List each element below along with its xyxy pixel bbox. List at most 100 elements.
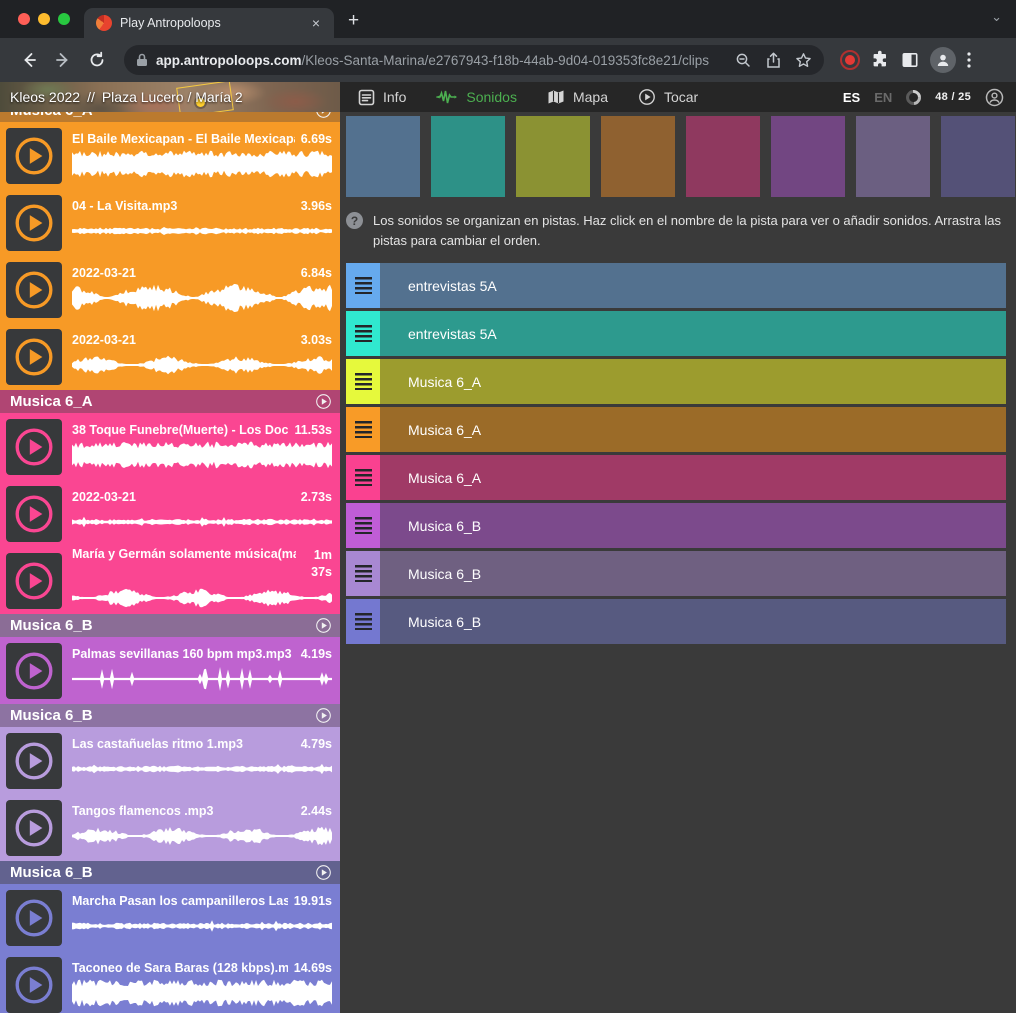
track-name: Musica 6_B [408,566,481,582]
track-name-button[interactable]: Musica 6_A [380,359,1006,404]
browser-tab[interactable]: Play Antropoloops × [84,8,334,38]
address-bar[interactable]: app.antropoloops.com/Kleos-Santa-Marina/… [124,45,824,75]
clip-waveform[interactable] [72,506,332,538]
share-icon[interactable] [766,52,781,69]
nav-label: Tocar [664,89,698,105]
clip-body: 2022-03-21 3.03s [72,333,332,381]
clip-name: Las castañuelas ritmo 1.mp3 [72,737,295,751]
nav-item-info[interactable]: Info [358,89,406,106]
clip-item: 2022-03-21 3.03s [0,323,340,390]
menu-kebab-icon[interactable] [966,50,972,70]
track-color-swatch[interactable] [686,116,760,197]
clip-play-button[interactable] [6,329,62,385]
track-color-swatch[interactable] [431,116,505,197]
clips-counter: 48 / 25 [935,91,971,103]
track-name-button[interactable]: Musica 6_B [380,503,1006,548]
tab-search-chevron-icon[interactable]: ⌄ [991,9,1002,25]
profile-avatar[interactable] [930,47,956,73]
clip-play-button[interactable] [6,890,62,946]
clip-play-button[interactable] [6,262,62,318]
play-circle-icon [638,88,656,106]
zoom-window-button[interactable] [58,13,70,25]
tab-close-icon[interactable]: × [308,14,324,32]
track-drag-handle[interactable] [346,359,380,404]
project-name[interactable]: Kleos 2022 [10,89,80,105]
clip-waveform[interactable] [72,820,332,852]
track-drag-handle[interactable] [346,311,380,356]
section-header[interactable]: Musica 6_A [0,390,340,413]
bookmark-star-icon[interactable] [795,52,812,69]
track-drag-handle[interactable] [346,407,380,452]
clip-waveform[interactable] [72,753,332,785]
track-color-swatch[interactable] [346,116,420,197]
track-color-swatch[interactable] [601,116,675,197]
clip-play-button[interactable] [6,733,62,789]
track-name-button[interactable]: entrevistas 5A [380,311,1006,356]
track-drag-handle[interactable] [346,503,380,548]
help-icon: ? [346,212,363,229]
track-drag-handle[interactable] [346,551,380,596]
clip-play-button[interactable] [6,553,62,609]
clip-body: Palmas sevillanas 160 bpm mp3.mp3 4.19s [72,647,332,695]
zoom-icon[interactable] [735,52,752,69]
back-button[interactable] [14,45,44,75]
clip-waveform[interactable] [72,910,332,942]
reload-button[interactable] [82,45,112,75]
clip-waveform[interactable] [72,349,332,381]
breadcrumb[interactable]: Kleos 2022 // Plaza Lucero / María 2 [0,82,340,112]
clip-play-button[interactable] [6,128,62,184]
clip-body: Tangos flamencos .mp3 2.44s [72,804,332,852]
play-circle-icon [13,269,55,311]
nav-item-tocar[interactable]: Tocar [638,88,698,106]
clip-body: 2022-03-21 6.84s [72,266,332,314]
nav-item-mapa[interactable]: Mapa [547,89,608,105]
clip-play-button[interactable] [6,643,62,699]
clip-play-button[interactable] [6,800,62,856]
window-traffic-lights[interactable] [0,0,84,38]
clip-play-button[interactable] [6,419,62,475]
clip-play-button[interactable] [6,486,62,542]
side-panel-icon[interactable] [900,50,920,70]
record-extension-icon[interactable] [840,50,860,70]
clip-waveform[interactable] [72,439,332,471]
section-name: Musica 6_B [10,707,315,724]
track-color-swatch[interactable] [856,116,930,197]
track-name-button[interactable]: Musica 6_A [380,455,1006,500]
track-color-swatch[interactable] [941,116,1015,197]
extensions-puzzle-icon[interactable] [870,50,890,70]
track-drag-handle[interactable] [346,599,380,644]
track-name-button[interactable]: Musica 6_B [380,599,1006,644]
track-name-button[interactable]: entrevistas 5A [380,263,1006,308]
track-drag-handle[interactable] [346,263,380,308]
track-name-button[interactable]: Musica 6_A [380,407,1006,452]
clip-waveform[interactable] [72,582,332,614]
account-icon[interactable] [985,88,1004,107]
close-window-button[interactable] [18,13,30,25]
section-header[interactable]: Musica 6_B [0,614,340,637]
url-text: app.antropoloops.com/Kleos-Santa-Marina/… [156,53,727,68]
drag-handle-icon [355,421,372,438]
track-name: Musica 6_A [408,374,481,390]
play-circle-icon [13,897,55,939]
nav-item-sonidos[interactable]: Sonidos [436,89,517,105]
lang-en-button[interactable]: EN [874,90,892,105]
minimize-window-button[interactable] [38,13,50,25]
clip-waveform[interactable] [72,663,332,695]
section-header[interactable]: Musica 6_B [0,704,340,727]
clip-waveform[interactable] [72,148,332,180]
forward-button[interactable] [48,45,78,75]
person-icon [935,52,951,68]
clip-play-button[interactable] [6,195,62,251]
section-header[interactable]: Musica 6_B [0,861,340,884]
new-tab-button[interactable]: + [334,10,373,38]
track-drag-handle[interactable] [346,455,380,500]
clip-waveform[interactable] [72,215,332,247]
lang-es-button[interactable]: ES [843,90,860,105]
section-header[interactable]: Musica 6_A [0,112,340,122]
track-color-swatch[interactable] [771,116,845,197]
track-name-button[interactable]: Musica 6_B [380,551,1006,596]
clip-waveform[interactable] [72,282,332,314]
clip-waveform[interactable] [72,977,332,1009]
clip-play-button[interactable] [6,957,62,1013]
track-color-swatch[interactable] [516,116,590,197]
